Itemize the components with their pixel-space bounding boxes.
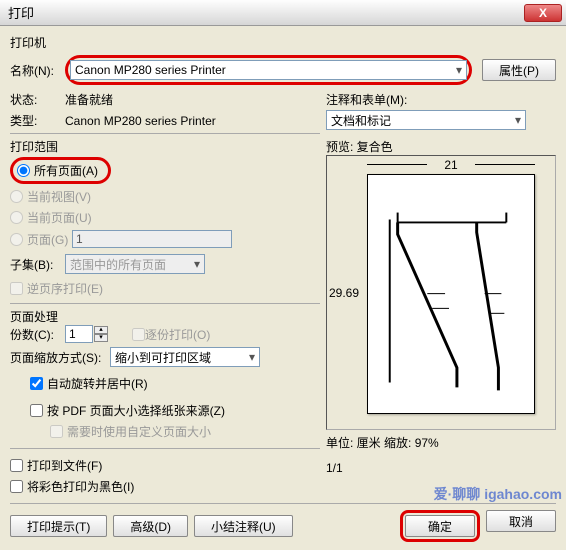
close-icon[interactable]: X — [524, 4, 562, 22]
type-value: Canon MP280 series Printer — [65, 114, 216, 128]
custom-size-label: 需要时使用自定义页面大小 — [67, 423, 211, 440]
all-pages-radio[interactable] — [17, 164, 30, 177]
pages-label: 页面(G) — [27, 231, 72, 248]
preview-content-icon — [368, 175, 534, 412]
cancel-button[interactable]: 取消 — [486, 510, 556, 532]
status-value: 准备就绪 — [65, 91, 113, 108]
range-section-title: 打印范围 — [10, 140, 62, 154]
pages-radio — [10, 233, 23, 246]
auto-rotate-checkbox[interactable] — [30, 377, 43, 390]
pages-input — [72, 230, 232, 248]
print-range-fieldset: 打印范围 所有页面(A) 当前视图(V) 当前页面(U) 页面(G) 子集(B)… — [10, 133, 320, 299]
print-color-black-label: 将彩色打印为黑色(I) — [27, 478, 134, 495]
watermark: 爱·聊聊 igahao.com — [434, 484, 562, 504]
titlebar: 打印 X — [0, 0, 566, 26]
preview-height: 29.69 — [329, 286, 359, 300]
printer-name-dropdown[interactable]: Canon MP280 series Printer — [70, 60, 467, 80]
copies-input[interactable] — [65, 325, 93, 343]
page-handling-title: 页面处理 — [10, 310, 62, 324]
type-label: 类型: — [10, 112, 65, 129]
printer-name-value: Canon MP280 series Printer — [75, 63, 226, 77]
reverse-label: 逆页序打印(E) — [27, 280, 103, 297]
reverse-checkbox — [10, 282, 23, 295]
collate-label: 逐份打印(O) — [145, 326, 210, 343]
preview-box: 21 29.69 — [326, 155, 556, 430]
status-label: 状态: — [10, 91, 65, 108]
properties-button[interactable]: 属性(P) — [482, 59, 556, 81]
copies-up-icon[interactable]: ▴ — [94, 326, 108, 334]
current-view-label: 当前视图(V) — [27, 188, 91, 205]
preview-width: 21 — [444, 158, 457, 172]
choose-paper-label: 按 PDF 页面大小选择纸张来源(Z) — [47, 402, 225, 419]
subset-dropdown: 范围中的所有页面 — [65, 254, 205, 274]
print-to-file-label: 打印到文件(F) — [27, 457, 102, 474]
preview-title: 预览: 复合色 — [326, 138, 556, 155]
window-title: 打印 — [8, 3, 34, 22]
collate-checkbox — [132, 328, 145, 341]
units-label: 单位: 厘米 缩放: — [326, 436, 411, 450]
print-to-file-checkbox[interactable] — [10, 459, 23, 472]
comments-value: 文档和标记 — [331, 112, 391, 129]
printer-section-title: 打印机 — [10, 34, 556, 51]
scaling-value: 缩小到可打印区域 — [115, 349, 211, 366]
name-label: 名称(N): — [10, 62, 65, 79]
zoom-value: 97% — [415, 436, 439, 450]
copies-down-icon[interactable]: ▾ — [94, 334, 108, 342]
all-pages-label: 所有页面(A) — [34, 162, 98, 179]
page-indicator: 1/1 — [326, 461, 556, 475]
subset-value: 范围中的所有页面 — [70, 256, 166, 273]
footer: 打印提示(T) 高级(D) 小结注释(U) 确定 取消 — [10, 510, 556, 542]
current-page-radio — [10, 211, 23, 224]
page-handling-fieldset: 页面处理 份数(C): ▴▾ 逐份打印(O) 页面缩放方式(S): 缩小到可打印… — [10, 303, 320, 442]
custom-size-checkbox — [50, 425, 63, 438]
comments-dropdown[interactable]: 文档和标记 — [326, 110, 526, 130]
print-color-black-checkbox[interactable] — [10, 480, 23, 493]
scaling-dropdown[interactable]: 缩小到可打印区域 — [110, 347, 260, 367]
subset-label: 子集(B): — [10, 256, 65, 273]
auto-rotate-label: 自动旋转并居中(R) — [47, 375, 148, 392]
comments-label: 注释和表单(M): — [326, 91, 556, 108]
scaling-label: 页面缩放方式(S): — [10, 349, 110, 366]
choose-paper-checkbox[interactable] — [30, 404, 43, 417]
current-page-label: 当前页面(U) — [27, 209, 92, 226]
current-view-radio — [10, 190, 23, 203]
copies-label: 份数(C): — [10, 326, 65, 343]
preview-paper — [367, 174, 535, 414]
